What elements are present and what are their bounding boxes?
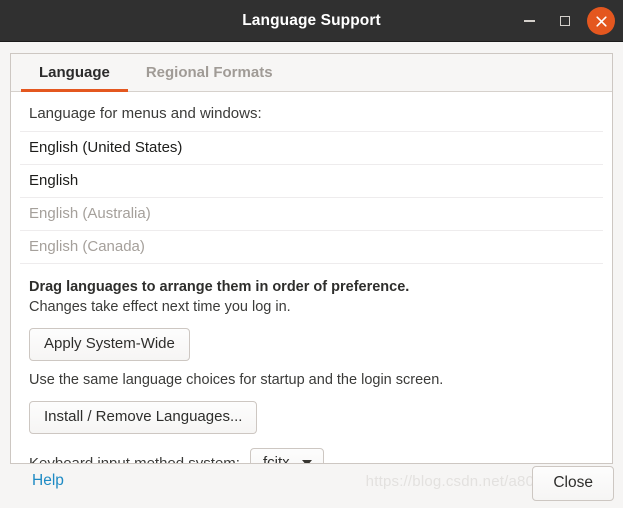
panel-body: Language for menus and windows: English … xyxy=(11,92,612,464)
window-content: Language Regional Formats Language for m… xyxy=(0,42,623,508)
input-method-dropdown[interactable]: fcitx xyxy=(249,448,324,464)
drag-hint-secondary: Changes take effect next time you log in… xyxy=(29,299,291,315)
minimize-button[interactable] xyxy=(515,7,543,35)
drag-hint-primary: Drag languages to arrange them in order … xyxy=(29,279,410,295)
input-method-label: Keyboard input method system: xyxy=(29,455,240,464)
apply-system-wide-button[interactable]: Apply System-Wide xyxy=(29,328,190,361)
tab-bar: Language Regional Formats xyxy=(11,54,612,92)
window-title: Language Support xyxy=(242,11,381,29)
input-method-row: Keyboard input method system: fcitx xyxy=(11,434,612,464)
maximize-icon xyxy=(560,16,570,26)
list-item[interactable]: English (Australia) xyxy=(20,198,603,231)
settings-panel: Language Regional Formats Language for m… xyxy=(10,53,613,464)
list-item[interactable]: English (United States) xyxy=(20,132,603,165)
help-link[interactable]: Help xyxy=(32,472,64,490)
tab-regional-formats[interactable]: Regional Formats xyxy=(128,54,291,91)
tab-language[interactable]: Language xyxy=(21,54,128,92)
list-item[interactable]: English (Canada) xyxy=(20,231,603,264)
language-support-window: Language Support Language Regional Forma… xyxy=(0,0,623,508)
close-icon xyxy=(595,15,607,27)
install-remove-languages-button[interactable]: Install / Remove Languages... xyxy=(29,401,258,434)
minimize-icon xyxy=(523,20,535,22)
footer-bar: Help https://blog.csdn.net/a80000000066 … xyxy=(0,464,623,508)
list-item[interactable]: English xyxy=(20,165,603,198)
drag-hint-block: Drag languages to arrange them in order … xyxy=(11,264,612,317)
language-list[interactable]: English (United States) English English … xyxy=(20,131,603,264)
close-button[interactable]: Close xyxy=(532,466,614,501)
language-section-label: Language for menus and windows: xyxy=(29,105,262,122)
window-titlebar: Language Support xyxy=(0,0,623,42)
maximize-button[interactable] xyxy=(551,7,579,35)
apply-system-wide-description: Use the same language choices for startu… xyxy=(29,372,444,388)
input-method-value: fcitx xyxy=(262,454,290,464)
close-window-button[interactable] xyxy=(587,7,615,35)
window-controls xyxy=(515,0,615,42)
